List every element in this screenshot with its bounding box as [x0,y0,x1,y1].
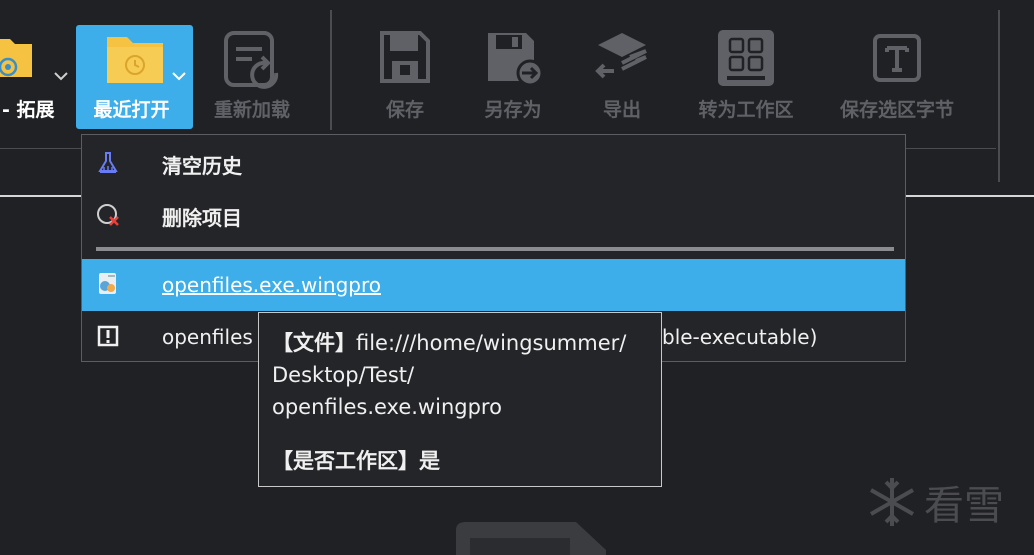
recent-file-label: openfiles.exe.wingpro [162,273,381,297]
recent-file-label: openfiles [162,325,253,349]
extension-label: - 拓展 [2,99,55,121]
export-layers-icon [595,33,647,79]
workspace-tag: 【是否工作区】 [272,449,419,473]
toolbar-separator [330,10,332,130]
menu-item-delete-item[interactable]: 删除项目 [82,190,905,240]
file-path-line-3: openfiles.exe.wingpro [272,395,502,419]
to-workspace-label: 转为工作区 [698,99,794,121]
save-as-button[interactable]: 另存为 [470,25,556,129]
save-button[interactable]: 保存 [365,25,445,129]
snowflake-icon [870,478,914,526]
delete-item-label: 删除项目 [162,206,242,230]
recent-files-label: 最近打开 [93,99,170,121]
save-label: 保存 [385,99,424,121]
document-icon [456,522,606,555]
file-tooltip: 【文件】file:///home/wingsummer/ Desktop/Tes… [258,312,662,487]
watermark-text: 看雪 [924,483,1004,529]
folder-history-icon [107,37,163,83]
reload-file-icon [224,31,279,89]
text-box-icon [873,34,921,82]
warning-file-icon [97,325,119,347]
workspace-value: 是 [419,449,440,473]
save-selection-bytes-label: 保存选区字节 [839,99,954,121]
menu-separator [96,247,894,251]
reload-button[interactable]: 重新加载 [202,25,302,129]
export-label: 导出 [602,99,641,121]
delete-circle-icon [97,204,119,226]
save-as-label: 另存为 [484,99,542,121]
save-selection-bytes-button[interactable]: 保存选区字节 [826,25,968,129]
menu-item-recent-file[interactable]: openfiles.exe.wingpro [82,259,905,311]
save-as-icon [488,33,544,87]
to-workspace-button[interactable]: 转为工作区 [686,25,806,129]
chevron-down-icon [172,72,186,81]
file-path-line-2: Desktop/Test/ [272,363,415,387]
folder-settings-icon [0,39,32,77]
broom-icon [98,152,118,173]
export-button[interactable]: 导出 [584,25,660,129]
file-path-line-1: file:///home/wingsummer/ [356,331,627,355]
clear-history-label: 清空历史 [162,154,242,178]
toolbar: - 拓展 最近打开 重新加载 保存 另存为 导出 转为工作区 保存选区字节 [0,0,1034,182]
chevron-down-icon [54,72,68,81]
toolbar-separator [998,10,1000,182]
menu-item-clear-history[interactable]: 清空历史 [82,138,905,188]
recent-file-label-tail: ble-executable) [662,325,818,349]
reload-label: 重新加载 [213,99,290,121]
wingpro-project-icon [99,273,116,294]
watermark: 看雪 [866,473,1004,531]
extension-button[interactable]: - 拓展 [0,25,72,129]
workspace-grid-icon [718,30,774,86]
floppy-disk-icon [380,31,430,83]
recent-files-button[interactable]: 最近打开 [76,25,193,129]
file-tag: 【文件】 [272,331,356,355]
